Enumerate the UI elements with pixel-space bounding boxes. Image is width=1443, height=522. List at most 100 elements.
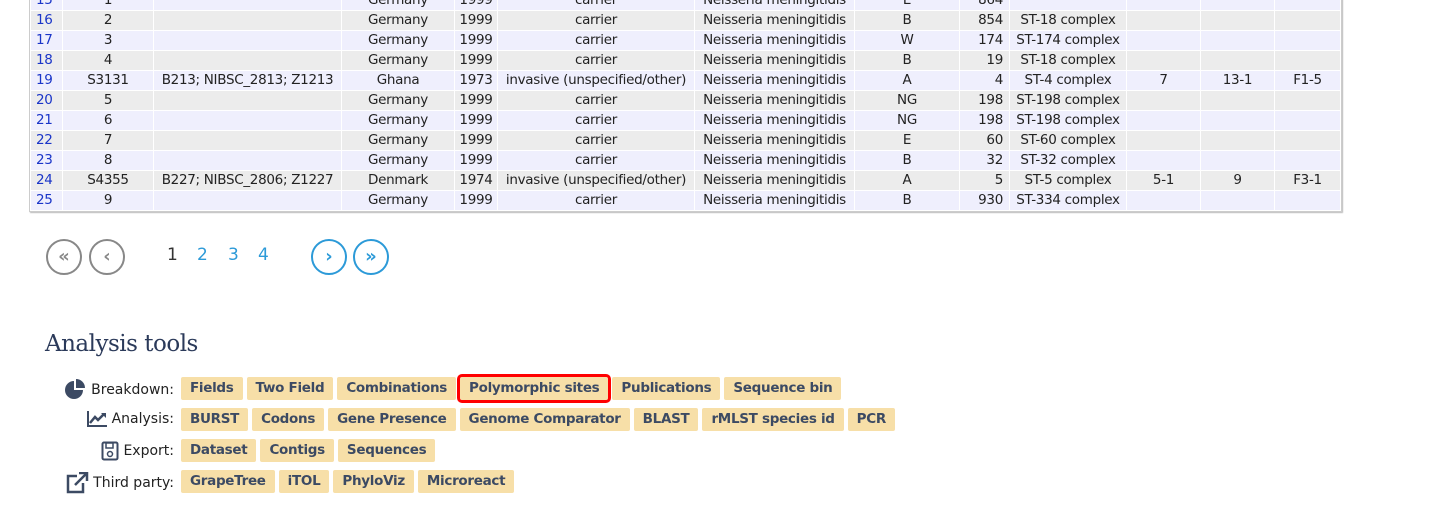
fields-button[interactable]: Fields [181, 377, 243, 400]
id-cell: 24 [30, 170, 63, 191]
table-cell: 1 [62, 0, 154, 11]
table-cell [153, 130, 342, 151]
table-cell: 1999 [454, 130, 498, 151]
gene-presence-button[interactable]: Gene Presence [328, 408, 456, 431]
page-3[interactable]: 3 [228, 245, 239, 265]
table-row: 19 S3131 B213; NIBSC_2813; Z1213 Ghana 1973 i… [30, 70, 1341, 91]
burst-button[interactable]: BURST [181, 408, 249, 431]
table-row: 22 7 Germany 1999 carrier Neisseria meningiti… [30, 130, 1341, 151]
table-cell: Germany [341, 50, 455, 71]
table-cell: ST-198 complex [1009, 110, 1127, 131]
table-cell: 9 [62, 190, 154, 211]
table-cell [1126, 190, 1201, 211]
line-chart-icon [86, 410, 108, 428]
table-cell: Germany [341, 150, 455, 171]
table-cell [153, 110, 342, 131]
codons-button[interactable]: Codons [252, 408, 325, 431]
next-page-button[interactable]: › [311, 239, 347, 275]
id-cell: 18 [30, 50, 63, 71]
id-cell: 22 [30, 130, 63, 151]
grapetree-button[interactable]: GrapeTree [181, 470, 275, 493]
id-cell: 19 [30, 70, 63, 91]
table-cell: 864 [959, 0, 1010, 11]
isolate-id-link[interactable]: 20 [36, 92, 53, 108]
table-cell: Germany [341, 90, 455, 111]
isolate-id-link[interactable]: 23 [36, 152, 53, 168]
table-cell [153, 30, 342, 51]
last-page-button[interactable]: » [353, 239, 389, 275]
pcr-button[interactable]: PCR [847, 408, 895, 431]
table-cell: ST-198 complex [1009, 90, 1127, 111]
isolate-id-link[interactable]: 19 [36, 72, 53, 88]
sequence-bin-button[interactable]: Sequence bin [724, 377, 842, 400]
table-cell: W [854, 30, 960, 51]
table-cell: 1999 [454, 50, 498, 71]
previous-page-button[interactable]: ‹ [89, 239, 125, 275]
rmlst-species-id-button[interactable]: rMLST species id [702, 408, 844, 431]
table-cell: 13-1 [1200, 70, 1275, 91]
sequences-button[interactable]: Sequences [337, 439, 436, 462]
table-cell: 1999 [454, 150, 498, 171]
table-cell [1200, 10, 1275, 31]
isolate-id-link[interactable]: 25 [36, 192, 53, 208]
table-cell: 854 [959, 10, 1010, 31]
group-label-text: Breakdown: [91, 382, 174, 398]
isolate-id-link[interactable]: 17 [36, 32, 53, 48]
table-cell: NG [854, 110, 960, 131]
table-row: 24 S4355 B227; NIBSC_2806; Z1227 Denmark 197… [30, 170, 1341, 191]
page-4[interactable]: 4 [258, 245, 269, 265]
table-row: 21 6 Germany 1999 carrier Neisseria meningiti… [30, 110, 1341, 131]
save-icon [101, 441, 119, 461]
combinations-button[interactable]: Combinations [337, 377, 456, 400]
isolate-id-link[interactable]: 24 [36, 172, 53, 188]
table-cell: carrier [497, 150, 695, 171]
table-cell: 4 [62, 50, 154, 71]
tool-group-label: Breakdown: [63, 379, 174, 401]
isolate-id-link[interactable]: 16 [36, 12, 53, 28]
group-label-text: Analysis: [111, 411, 174, 427]
table-cell: 174 [959, 30, 1010, 51]
table-cell: Neisseria meningitidis [694, 150, 855, 171]
isolate-id-link[interactable]: 15 [36, 0, 53, 8]
table-cell [1009, 0, 1127, 11]
isolate-id-link[interactable]: 18 [36, 52, 53, 68]
table-cell: Germany [341, 190, 455, 211]
blast-button[interactable]: BLAST [633, 408, 699, 431]
table-cell: Germany [341, 30, 455, 51]
table-cell [1274, 190, 1341, 211]
itol-button[interactable]: iTOL [278, 470, 330, 493]
genome-comparator-button[interactable]: Genome Comparator [459, 408, 630, 431]
microreact-button[interactable]: Microreact [417, 470, 515, 493]
table-cell [1126, 150, 1201, 171]
pie-chart-icon [63, 379, 87, 401]
table-cell: ST-334 complex [1009, 190, 1127, 211]
table-cell: 1999 [454, 30, 498, 51]
table-cell [1126, 110, 1201, 131]
table-row: 17 3 Germany 1999 carrier Neisseria meningiti… [30, 30, 1341, 51]
table-cell [153, 150, 342, 171]
table-cell: Neisseria meningitidis [694, 10, 855, 31]
page-2[interactable]: 2 [197, 245, 208, 265]
group-label-text: Third party: [93, 475, 174, 491]
isolate-id-link[interactable]: 22 [36, 132, 53, 148]
table-cell: B [854, 50, 960, 71]
polymorphic-sites-button[interactable]: Polymorphic sites [456, 374, 612, 403]
table-cell: ST-18 complex [1009, 10, 1127, 31]
publications-button[interactable]: Publications [612, 377, 721, 400]
phyloviz-button[interactable]: PhyloViz [333, 470, 414, 493]
table-cell [1200, 130, 1275, 151]
isolate-table-container: 15 1 Germany 1999 carrier Neisseria meningiti… [29, 0, 1342, 212]
table-cell: 198 [959, 90, 1010, 111]
table-cell: 198 [959, 110, 1010, 131]
table-cell [153, 190, 342, 211]
table-cell: 1974 [454, 170, 498, 191]
isolate-id-link[interactable]: 21 [36, 112, 53, 128]
contigs-button[interactable]: Contigs [260, 439, 334, 462]
table-row: 25 9 Germany 1999 carrier Neisseria meningiti… [30, 190, 1341, 211]
two-field-button[interactable]: Two Field [246, 377, 334, 400]
first-page-button[interactable]: « [46, 239, 82, 275]
table-cell: 2 [62, 10, 154, 31]
table-cell: 1999 [454, 10, 498, 31]
dataset-button[interactable]: Dataset [181, 439, 257, 462]
table-cell: 19 [959, 50, 1010, 71]
